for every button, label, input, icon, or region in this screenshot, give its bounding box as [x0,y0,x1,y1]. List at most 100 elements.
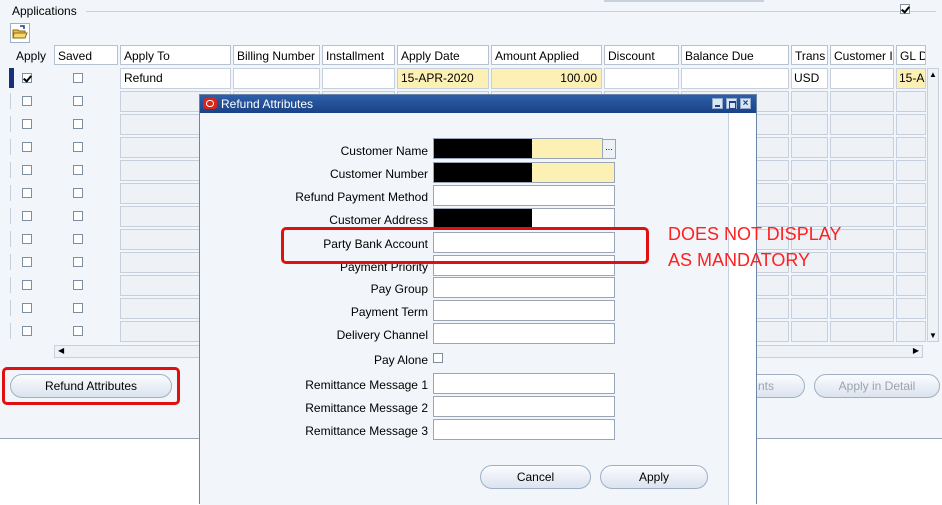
apply-to-cell[interactable]: Refund [120,68,231,89]
apply-checkbox[interactable] [22,188,32,198]
table-cell[interactable] [896,160,926,181]
scroll-left-icon[interactable]: ◀ [58,346,64,355]
col-header-amount-applied[interactable]: Amount Applied [491,45,602,65]
customer-cell[interactable] [830,68,894,89]
col-header-apply-date[interactable]: Apply Date [397,45,489,65]
discount-cell[interactable] [604,68,679,89]
minimize-icon[interactable] [712,98,723,109]
table-cell[interactable] [896,275,926,296]
table-cell[interactable] [896,206,926,227]
saved-checkbox[interactable] [73,142,83,152]
saved-checkbox[interactable] [73,165,83,175]
saved-checkbox[interactable] [73,73,83,83]
table-cell[interactable] [791,137,828,158]
table-cell[interactable] [830,183,894,204]
apply-checkbox[interactable] [22,257,32,267]
gl-date-cell[interactable]: 15-A [896,68,926,89]
table-cell[interactable] [830,321,894,342]
table-cell[interactable] [830,91,894,112]
col-header-customer[interactable]: Customer I [830,45,894,65]
pay-alone-checkbox[interactable] [433,353,443,363]
col-header-saved[interactable]: Saved [54,45,118,65]
customer-number-field[interactable] [433,162,615,183]
saved-checkbox[interactable] [73,234,83,244]
saved-checkbox[interactable] [73,96,83,106]
saved-checkbox[interactable] [73,280,83,290]
table-cell[interactable] [791,160,828,181]
saved-checkbox[interactable] [73,188,83,198]
table-cell[interactable] [830,114,894,135]
refund-payment-method-field[interactable] [433,185,615,206]
apply-checkbox[interactable] [22,142,32,152]
scroll-up-icon[interactable]: ▲ [929,70,937,79]
amount-applied-cell[interactable]: 100.00 [491,68,602,89]
remittance-message-2-field[interactable] [433,396,615,417]
apply-checkbox[interactable] [22,280,32,290]
customer-name-lov-button[interactable]: ... [602,139,616,159]
scroll-right-icon[interactable]: ▶ [913,346,919,355]
apply-date-cell[interactable]: 15-APR-2020 [397,68,489,89]
apply-button[interactable]: Apply [600,465,708,489]
table-cell[interactable] [791,114,828,135]
table-cell[interactable] [830,137,894,158]
col-header-apply-to[interactable]: Apply To [120,45,231,65]
apply-checkbox[interactable] [22,165,32,175]
payment-term-field[interactable] [433,300,615,321]
apply-checkbox[interactable] [22,234,32,244]
table-cell[interactable] [896,183,926,204]
col-header-gl-date[interactable]: GL D [896,45,926,65]
trans-cell[interactable]: USD [791,68,828,89]
table-cell[interactable] [896,91,926,112]
col-header-trans[interactable]: Trans [791,45,828,65]
installment-cell[interactable] [322,68,395,89]
scroll-down-icon[interactable]: ▼ [929,331,937,340]
remittance-message-3-field[interactable] [433,419,615,440]
saved-checkbox[interactable] [73,119,83,129]
open-folder-icon[interactable] [10,23,30,43]
vertical-scrollbar[interactable]: ▲ ▼ [927,68,939,342]
remittance-message-1-field[interactable] [433,373,615,394]
table-cell[interactable] [830,252,894,273]
balance-due-cell[interactable] [681,68,789,89]
table-cell[interactable] [896,321,926,342]
table-cell[interactable] [896,252,926,273]
delivery-channel-field[interactable] [433,323,615,344]
table-cell[interactable] [791,91,828,112]
table-cell[interactable] [791,321,828,342]
pay-group-field[interactable] [433,277,615,298]
col-header-installment[interactable]: Installment [322,45,395,65]
customer-name-field[interactable] [433,138,603,159]
col-header-balance-due[interactable]: Balance Due [681,45,789,65]
table-cell[interactable] [791,298,828,319]
apply-checkbox[interactable] [22,211,32,221]
saved-checkbox[interactable] [73,257,83,267]
apply-checkbox[interactable] [22,96,32,106]
section-checkbox[interactable] [900,4,910,14]
table-cell[interactable] [830,298,894,319]
billing-number-cell[interactable] [233,68,320,89]
saved-checkbox[interactable] [73,211,83,221]
maximize-icon[interactable] [726,98,737,109]
table-cell[interactable] [896,298,926,319]
apply-checkbox[interactable] [22,303,32,313]
col-header-discount[interactable]: Discount [604,45,679,65]
col-header-billing-number[interactable]: Billing Number [233,45,320,65]
table-cell[interactable] [830,275,894,296]
apply-checkbox[interactable] [22,73,32,83]
customer-address-field[interactable] [433,208,615,229]
saved-checkbox[interactable] [73,326,83,336]
table-cell[interactable] [896,229,926,250]
col-header-apply[interactable]: Apply [12,45,52,65]
close-icon[interactable]: × [740,98,751,109]
table-cell[interactable] [896,137,926,158]
table-cell[interactable] [896,114,926,135]
apply-checkbox[interactable] [22,119,32,129]
saved-checkbox[interactable] [73,303,83,313]
table-cell[interactable] [791,275,828,296]
table-cell[interactable] [791,183,828,204]
table-cell[interactable] [830,160,894,181]
apply-checkbox[interactable] [22,326,32,336]
row-marker [10,300,11,316]
cancel-button[interactable]: Cancel [480,465,591,489]
apply-in-detail-button[interactable]: Apply in Detail [814,374,940,398]
